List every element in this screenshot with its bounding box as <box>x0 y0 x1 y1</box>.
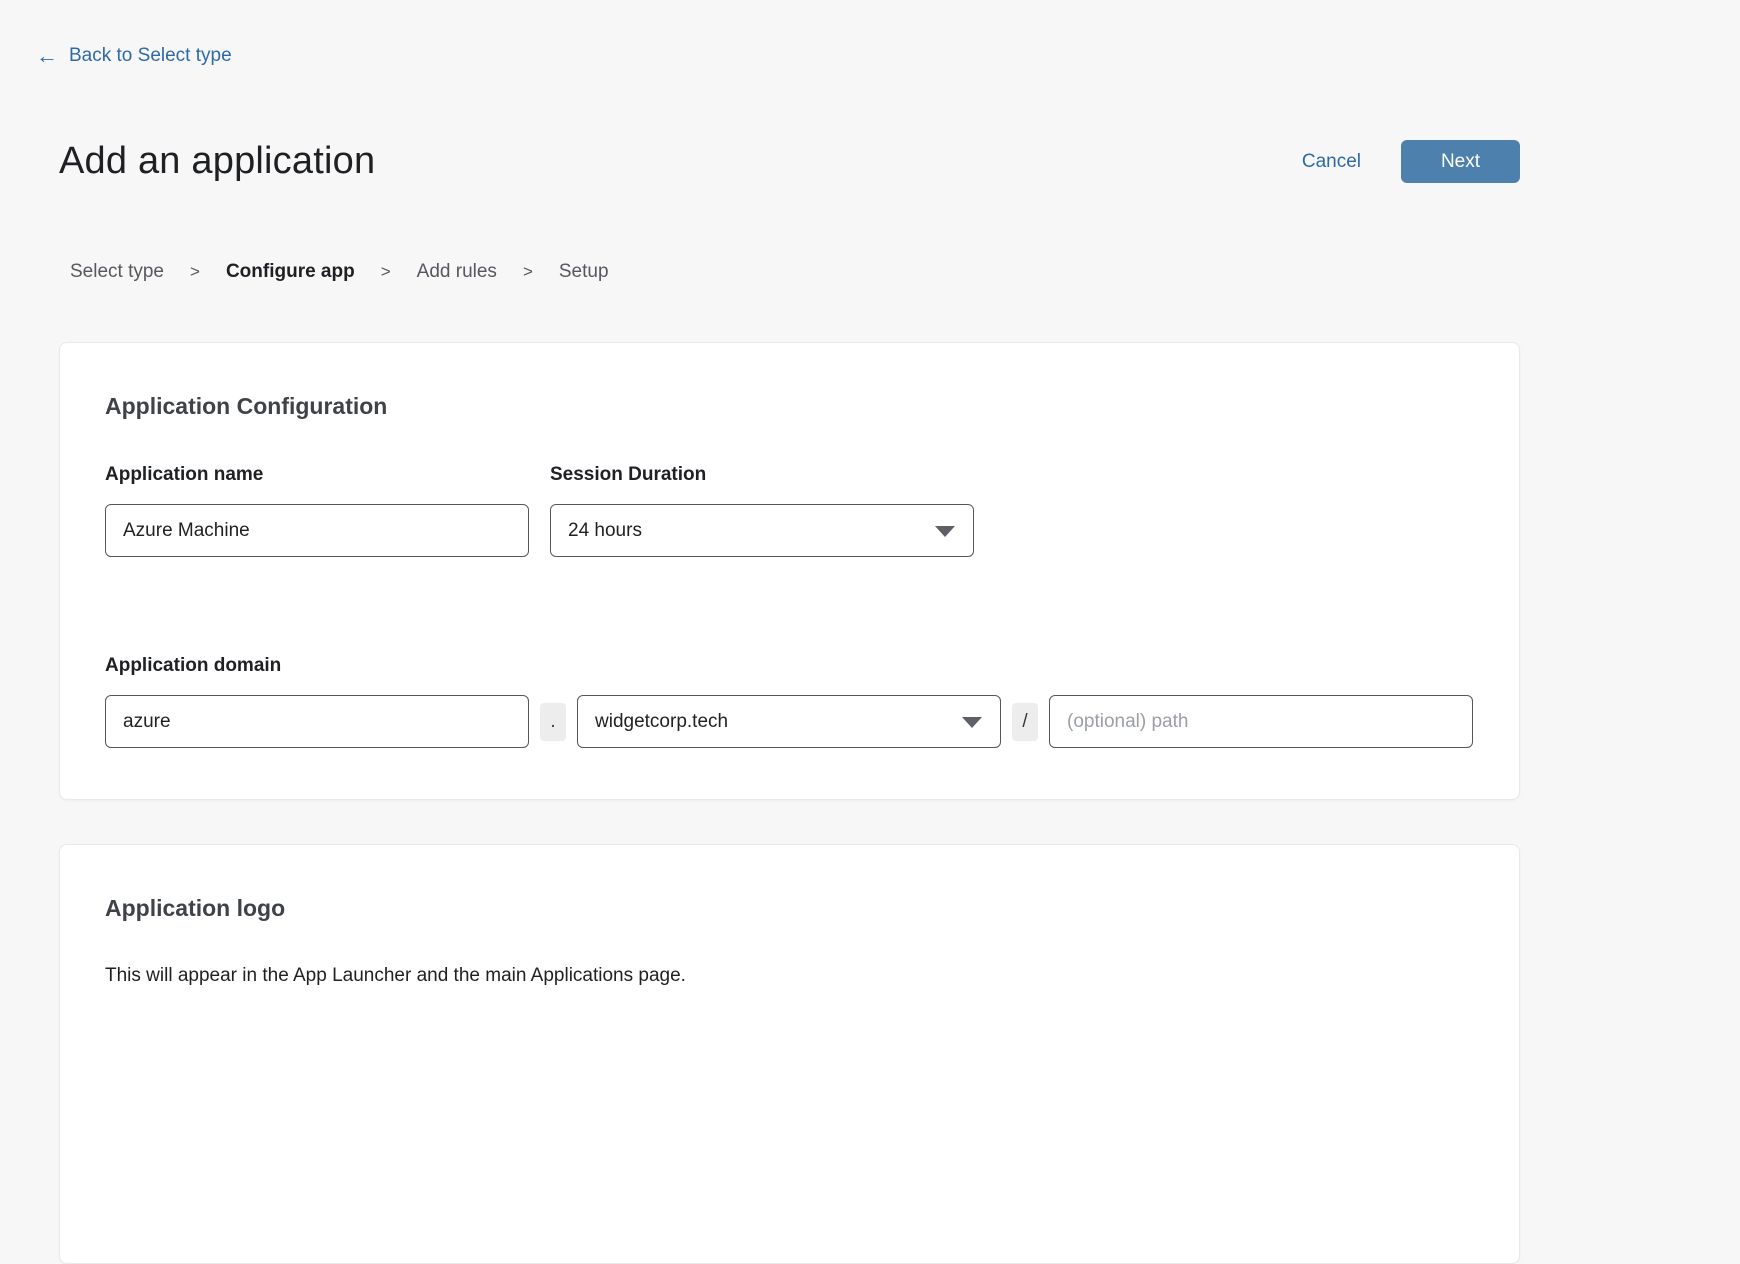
session-duration-value: 24 hours <box>568 520 642 542</box>
application-name-input[interactable] <box>105 504 529 557</box>
subdomain-input[interactable] <box>105 695 529 748</box>
path-input[interactable] <box>1049 695 1473 748</box>
session-duration-label: Session Duration <box>550 464 974 486</box>
cancel-button[interactable]: Cancel <box>1302 151 1361 173</box>
next-button[interactable]: Next <box>1401 140 1520 183</box>
page-header: Add an application Cancel Next <box>59 140 1520 183</box>
domain-select-value: widgetcorp.tech <box>595 711 728 733</box>
breadcrumb-add-rules[interactable]: Add rules <box>417 261 497 283</box>
domain-select[interactable]: widgetcorp.tech <box>577 695 1001 748</box>
header-actions: Cancel Next <box>1302 140 1520 183</box>
back-link-label: Back to Select type <box>69 45 232 67</box>
page-title: Add an application <box>59 140 375 183</box>
breadcrumb-select-type[interactable]: Select type <box>70 261 164 283</box>
breadcrumb-configure-app[interactable]: Configure app <box>226 261 355 283</box>
session-duration-field-group: Session Duration 24 hours <box>550 464 974 557</box>
breadcrumb-setup[interactable]: Setup <box>559 261 609 283</box>
back-to-select-type-link[interactable]: ← Back to Select type <box>36 45 232 67</box>
application-logo-card: Application logo This will appear in the… <box>59 844 1520 1264</box>
logo-card-title: Application logo <box>105 895 1474 922</box>
chevron-down-icon <box>935 526 955 537</box>
application-domain-label: Application domain <box>105 655 1474 677</box>
back-arrow-icon: ← <box>36 45 58 67</box>
breadcrumb-separator: > <box>523 262 533 282</box>
slash-separator: / <box>1012 703 1038 741</box>
application-name-label: Application name <box>105 464 529 486</box>
dot-separator: . <box>540 703 566 741</box>
chevron-down-icon <box>962 717 982 728</box>
name-duration-row: Application name Session Duration 24 hou… <box>105 464 1474 557</box>
breadcrumb: Select type > Configure app > Add rules … <box>70 261 1740 283</box>
application-name-field-group: Application name <box>105 464 529 557</box>
application-domain-row: . widgetcorp.tech / <box>105 695 1474 748</box>
back-row: ← Back to Select type <box>36 0 1740 68</box>
breadcrumb-separator: > <box>190 262 200 282</box>
configuration-card-title: Application Configuration <box>105 393 1474 420</box>
logo-card-description: This will appear in the App Launcher and… <box>105 965 1474 987</box>
session-duration-select[interactable]: 24 hours <box>550 504 974 557</box>
application-configuration-card: Application Configuration Application na… <box>59 342 1520 800</box>
breadcrumb-separator: > <box>381 262 391 282</box>
